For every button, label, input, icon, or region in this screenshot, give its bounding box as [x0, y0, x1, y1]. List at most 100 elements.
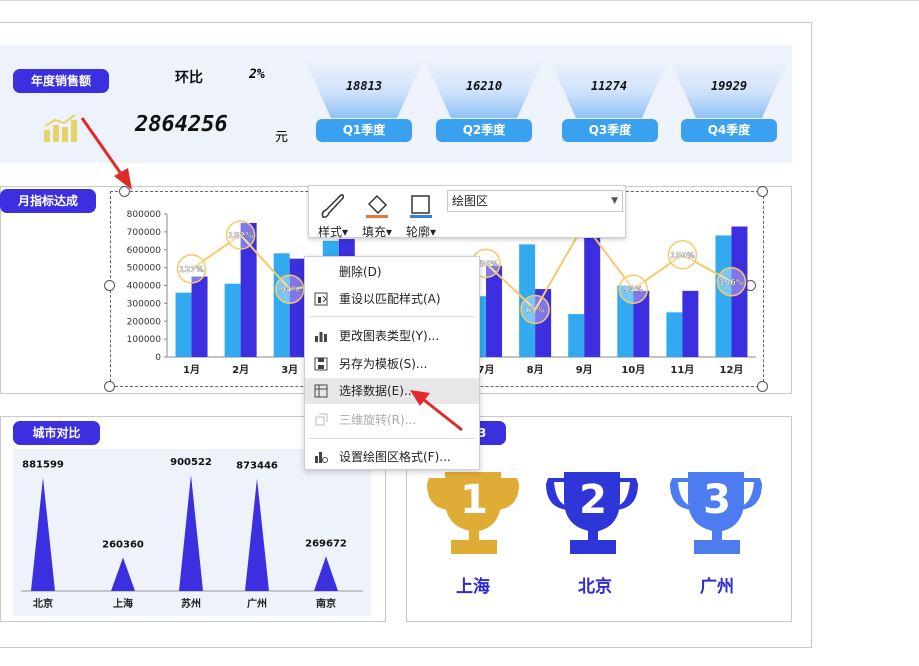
- brush-icon: [321, 194, 344, 218]
- ratio-label: 106%: [719, 278, 744, 287]
- rank-1-city: 上海: [456, 577, 490, 597]
- ratio-label: 61%: [526, 305, 545, 314]
- city-spike: [314, 556, 338, 591]
- x-tick-label: 9月: [576, 364, 593, 376]
- city-name-label: 上海: [113, 597, 133, 610]
- menu-item-format-plot-area-label: 设置绘图区格式(F)...: [339, 450, 451, 464]
- grid-top-line: [0, 0, 919, 1]
- bar-actual: [191, 276, 208, 357]
- q1-button[interactable]: Q1季度: [316, 119, 412, 142]
- monthly-target-label: 月指标达成: [0, 189, 96, 213]
- fill-label: 填充▾: [361, 225, 393, 239]
- fill-button[interactable]: 填充▾: [355, 190, 399, 239]
- outline-button[interactable]: 轮廓▾: [399, 190, 443, 239]
- menu-item-change-chart-type[interactable]: 更改图表类型(Y)...: [305, 323, 479, 349]
- y-tick-label: 0: [155, 353, 161, 363]
- y-tick-label: 200000: [127, 317, 162, 327]
- x-tick-label: 10月: [621, 364, 645, 376]
- x-tick-label: 7月: [478, 364, 495, 376]
- annual-sales-label: 年度销售额: [13, 69, 109, 93]
- city-name-label: 广州: [247, 597, 267, 610]
- q2-value: 16210: [465, 79, 503, 93]
- bar-plan: [175, 292, 192, 357]
- y-tick-label: 100000: [127, 335, 162, 345]
- menu-item-3d-rotate: 三维旋转(R)...: [305, 407, 479, 433]
- city-value-label: 873446: [236, 460, 278, 471]
- y-tick-label: 300000: [127, 299, 162, 309]
- menu-separator: [309, 316, 475, 317]
- chart-element-select-value: 绘图区: [452, 194, 489, 208]
- rank-2-city: 北京: [578, 577, 612, 597]
- city-compare-label: 城市对比: [13, 421, 100, 445]
- format-area-icon: [315, 452, 328, 463]
- menu-item-select-data[interactable]: 选择数据(E)...: [305, 378, 479, 404]
- q4-value: 19929: [710, 79, 748, 93]
- city-value-label: 881599: [22, 459, 64, 470]
- y-tick-label: 800000: [127, 210, 162, 220]
- bar-actual: [682, 290, 699, 357]
- resize-handle-top-right[interactable]: [757, 186, 768, 197]
- fill-bucket-icon: [366, 194, 388, 218]
- city-spike: [245, 478, 269, 591]
- q3-button[interactable]: Q3季度: [562, 119, 658, 142]
- ratio-value: 2%: [249, 67, 265, 82]
- city-value-label: 900522: [170, 457, 212, 468]
- menu-item-save-template-label: 另存为模板(S)...: [339, 357, 428, 371]
- chevron-down-icon: ▼: [611, 196, 618, 206]
- spreadsheet-canvas: 年度销售额 环比 2% 2864256 元 18813 16210 11274 …: [0, 0, 919, 666]
- rotate-3d-icon: [315, 413, 328, 426]
- y-tick-label: 400000: [127, 282, 162, 292]
- resize-handle-top-left[interactable]: [119, 186, 130, 197]
- trophy-2-number: 2: [579, 477, 607, 523]
- q4-button[interactable]: Q4季度: [681, 119, 777, 142]
- city-value-label: 260360: [102, 539, 144, 550]
- menu-separator: [309, 438, 475, 439]
- y-tick-label: 500000: [127, 264, 162, 274]
- menu-item-change-chart-type-label: 更改图表类型(Y)...: [339, 329, 440, 343]
- menu-item-save-template[interactable]: 另存为模板(S)...: [305, 351, 479, 377]
- city-spike: [111, 557, 135, 591]
- bar-plan: [273, 253, 290, 357]
- q3-value: 11274: [590, 79, 628, 93]
- rank-3-city: 广州: [700, 577, 734, 597]
- ratio-label: 94%: [280, 285, 299, 294]
- x-tick-label: 2月: [232, 364, 249, 376]
- total-sales-value: 2864256: [135, 112, 228, 137]
- menu-item-format-plot-area[interactable]: 设置绘图区格式(F)...: [305, 444, 479, 470]
- chart-element-select[interactable]: 绘图区 ▼: [447, 190, 623, 212]
- q1-value: 18813: [345, 79, 383, 93]
- x-tick-label: 8月: [527, 364, 544, 376]
- outline-icon: [410, 195, 432, 218]
- bar-plan: [568, 314, 585, 357]
- menu-item-3d-rotate-label: 三维旋转(R)...: [339, 413, 417, 427]
- menu-item-select-data-label: 选择数据(E)...: [339, 384, 416, 398]
- trophy-3-number: 3: [703, 477, 731, 523]
- select-data-icon: [314, 384, 328, 398]
- x-tick-label: 3月: [281, 364, 298, 376]
- chart-format-toolbar: 样式▾ 填充▾ 轮廓▾ 绘图区 ▼: [308, 185, 626, 239]
- city-value-label: 269672: [305, 538, 347, 549]
- style-button[interactable]: 样式▾: [311, 190, 355, 239]
- reset-style-icon: [314, 292, 328, 306]
- bar-growth-icon: [44, 114, 77, 142]
- menu-item-reset-style[interactable]: 重设以匹配样式(A): [305, 286, 479, 312]
- outline-label: 轮廓▾: [405, 225, 437, 239]
- trophy-1-number: 1: [460, 477, 488, 523]
- ratio-label: 94%: [624, 285, 643, 294]
- city-chart[interactable]: 881599 北京 260360 上海 900522 苏州 873446 广州 269672 南京: [13, 449, 371, 616]
- ratio-label: 环比: [175, 70, 203, 86]
- menu-item-delete[interactable]: 删除(D): [305, 259, 479, 285]
- x-tick-label: 12月: [719, 364, 743, 376]
- city-name-label: 南京: [316, 597, 336, 610]
- city-spike: [179, 475, 203, 591]
- q2-button[interactable]: Q2季度: [436, 119, 532, 142]
- bar-plan: [224, 283, 241, 357]
- x-tick-label: 11月: [670, 364, 694, 376]
- city-spike: [31, 477, 55, 591]
- ratio-label: 182%: [228, 231, 253, 240]
- ratio-label: 127%: [179, 265, 204, 274]
- x-tick-label: 1月: [183, 364, 200, 376]
- menu-item-reset-style-label: 重设以匹配样式(A): [339, 292, 441, 306]
- unit-label: 元: [275, 130, 289, 145]
- context-menu: 删除(D) 重设以匹配样式(A) 更改图表类型(Y)... 另存为模板(S)..…: [304, 256, 480, 470]
